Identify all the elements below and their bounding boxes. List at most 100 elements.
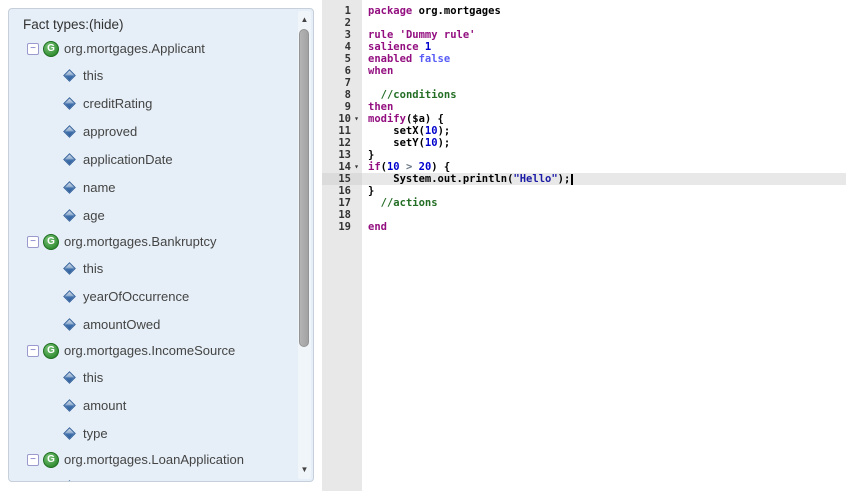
code-line[interactable]: } [362,185,846,197]
field-row[interactable]: amountOwed [27,310,313,338]
gutter-row: 13 [322,149,362,161]
field-row[interactable]: approved [27,117,313,145]
code-token-num: 10 [425,125,438,137]
code-line[interactable]: if(10 > 20) { [362,161,846,173]
field-row[interactable]: this [27,472,313,482]
field-row[interactable]: age [27,201,313,229]
fold-marker-icon[interactable]: ▾ [351,113,362,125]
fold-marker-spacer [351,101,362,113]
field-diamond-icon [63,262,76,275]
code-line[interactable]: } [362,149,846,161]
code-line[interactable]: when [362,65,846,77]
class-icon: G [43,452,59,468]
field-row[interactable]: this [27,254,313,282]
code-token-lang: false [419,53,451,65]
code-line[interactable]: setX(10); [362,125,846,137]
gutter-row: 7 [322,77,362,89]
gutter-row: 15 [322,173,362,185]
field-row[interactable]: creditRating [27,89,313,117]
code-token-num: 10 [387,161,400,173]
fold-marker-icon[interactable]: ▾ [351,161,362,173]
fact-type-row[interactable]: −Gorg.mortgages.Applicant [27,36,313,61]
field-row[interactable]: this [27,363,313,391]
field-label: this [83,370,103,385]
code-line[interactable]: System.out.println("Hello"); [362,173,846,185]
field-label: this [83,261,103,276]
code-token-kw: salience [368,41,419,53]
fact-type-row[interactable]: −Gorg.mortgages.Bankruptcy [27,229,313,254]
hide-link[interactable]: (hide) [89,17,124,32]
gutter-line-number: 19 [322,221,351,233]
field-label: this [83,68,103,83]
fact-panel-scrollbar[interactable]: ▲ ▼ [298,11,311,479]
gutter-line-number: 11 [322,125,351,137]
collapse-icon[interactable]: − [27,345,39,357]
code-token-pl: ) { [431,161,450,173]
field-row[interactable]: this [27,61,313,89]
drl-code-editor[interactable]: 12345678910▾11121314▾1516171819 package … [322,0,846,491]
code-line[interactable]: package org.mortgages [362,5,846,17]
code-line[interactable]: salience 1 [362,41,846,53]
fact-type-label: org.mortgages.Bankruptcy [64,234,216,249]
fact-type-row[interactable]: −Gorg.mortgages.IncomeSource [27,338,313,363]
collapse-icon[interactable]: − [27,43,39,55]
code-token-pl: } [368,185,374,197]
fact-type-label: org.mortgages.IncomeSource [64,343,235,358]
gutter-line-number: 18 [322,209,351,221]
gutter-line-number: 9 [322,101,351,113]
field-diamond-icon [63,209,76,222]
code-line[interactable]: setY(10); [362,137,846,149]
collapse-icon[interactable]: − [27,236,39,248]
field-row[interactable]: yearOfOccurrence [27,282,313,310]
field-row[interactable]: applicationDate [27,145,313,173]
fold-marker-spacer [351,197,362,209]
code-line[interactable]: then [362,101,846,113]
scrollbar-thumb[interactable] [299,29,309,347]
collapse-icon[interactable]: − [27,454,39,466]
text-cursor [571,174,573,185]
code-token-pl: ); [438,137,451,149]
code-token-pl: setX( [368,125,425,137]
code-token-pl: ($a) { [406,113,444,125]
gutter-row: 16 [322,185,362,197]
code-line[interactable]: //actions [362,197,846,209]
code-line[interactable]: enabled false [362,53,846,65]
code-line[interactable]: end [362,221,846,233]
gutter-row: 4 [322,41,362,53]
code-line[interactable]: //conditions [362,89,846,101]
code-token-pl [368,89,381,101]
editor-gutter[interactable]: 12345678910▾11121314▾1516171819 [322,0,362,491]
code-line[interactable] [362,209,846,221]
gutter-row: 3 [322,29,362,41]
gutter-line-number: 14 [322,161,351,173]
gutter-line-number: 8 [322,89,351,101]
scroll-up-icon[interactable]: ▲ [298,13,311,27]
field-diamond-icon [63,427,76,440]
fact-panel-title-text: Fact types: [23,17,89,32]
code-token-pl [368,197,381,209]
gutter-line-number: 1 [322,5,351,17]
code-token-pl: } [368,149,374,161]
field-row[interactable]: amount [27,391,313,419]
fold-marker-spacer [351,29,362,41]
field-diamond-icon [63,480,76,482]
code-line[interactable]: rule 'Dummy rule' [362,29,846,41]
fact-type-row[interactable]: −Gorg.mortgages.LoanApplication [27,447,313,472]
field-diamond-icon [63,399,76,412]
field-diamond-icon [63,371,76,384]
gutter-row: 12 [322,137,362,149]
field-label: this [83,479,103,483]
editor-code-area[interactable]: package org.mortgages rule 'Dummy rule'sa… [362,0,846,491]
code-line[interactable] [362,77,846,89]
field-row[interactable]: name [27,173,313,201]
code-line[interactable]: modify($a) { [362,113,846,125]
scroll-down-icon[interactable]: ▼ [298,463,311,477]
fold-marker-spacer [351,221,362,233]
fold-marker-spacer [351,185,362,197]
code-line[interactable] [362,17,846,29]
fact-tree: −Gorg.mortgages.Applicant this creditRatin… [27,36,313,482]
field-row[interactable]: type [27,419,313,447]
fold-marker-spacer [351,125,362,137]
code-token-num: 20 [419,161,432,173]
gutter-line-number: 16 [322,185,351,197]
